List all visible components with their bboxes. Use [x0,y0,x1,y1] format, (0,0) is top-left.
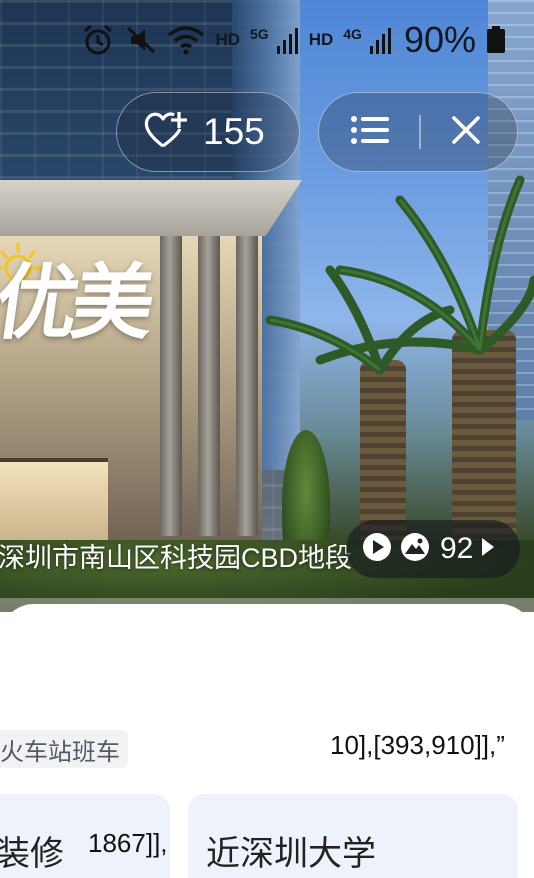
capsule-divider [419,115,421,149]
brush-calligraphy-text: 优美 [0,255,155,351]
wifi-icon [167,25,205,55]
network-type-label: 5G [250,26,269,42]
stray-text: 10],[393,910]],” [330,730,505,760]
lobby-column [198,236,220,536]
capsule-actions [318,92,518,172]
battery-icon [486,26,506,54]
play-circle-icon [362,532,392,567]
location-caption: 深圳市南山区科技园CBD地段 [0,543,353,573]
mountain-photo-icon [400,532,430,567]
palm-fronds [265,175,534,375]
status-bar: HD 5G HD 4G 90% [0,16,534,64]
feature-card-label: 近深圳大学 [206,835,376,873]
feature-tag: 火车站班车 [0,730,128,768]
favorite-count: 155 [203,111,265,152]
close-icon[interactable] [451,115,481,149]
mute-icon [125,24,157,56]
network-type-label: 4G [343,26,362,42]
arrow-right-icon [481,537,495,562]
media-count: 92 [440,532,474,565]
battery-percent: 90% [403,19,476,60]
feature-card-label: 装修 [0,835,64,873]
favorite-button[interactable]: 155 [116,92,300,172]
heart-plus-icon [143,110,189,154]
list-icon[interactable] [351,115,389,149]
hd-label: HD [308,30,334,49]
hd-label: HD [215,30,240,49]
signal-strength-icon [369,26,392,54]
media-gallery-button[interactable]: 92 [346,520,520,578]
lobby-column [160,236,182,536]
alarm-icon [81,23,115,57]
lobby-entrance [0,458,108,540]
stray-text: 1867]], [88,828,168,858]
signal-strength-icon [276,26,299,54]
